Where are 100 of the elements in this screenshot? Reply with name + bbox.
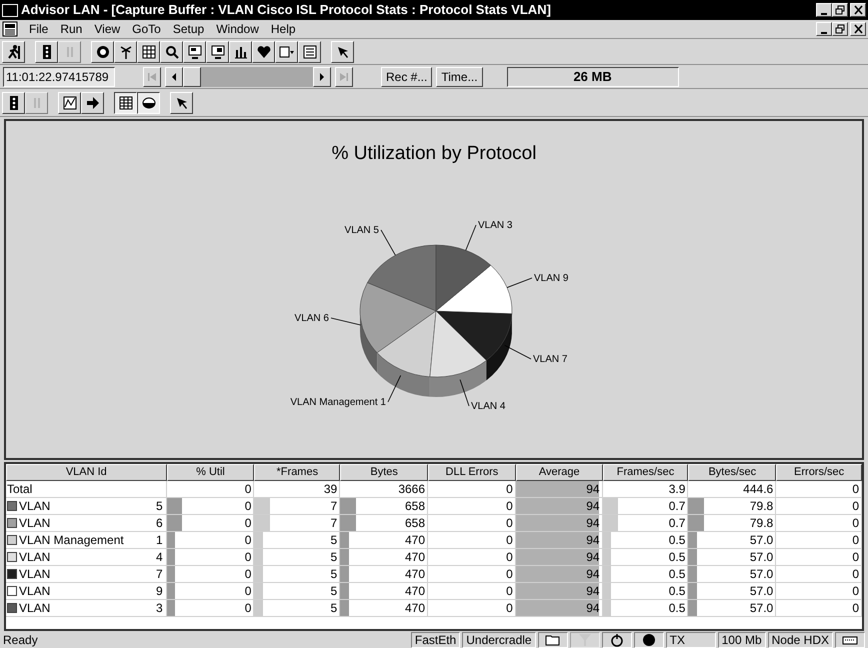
power-icon: [608, 632, 625, 648]
table-cell: 5: [330, 532, 338, 548]
person-button[interactable]: [2, 40, 25, 62]
column-header[interactable]: Average: [516, 464, 603, 481]
table-cell: 39: [324, 481, 338, 497]
buffer-size-display: 26 MB: [506, 66, 679, 86]
scroll-right-button[interactable]: [313, 66, 331, 86]
table-cell: 3666: [398, 481, 426, 497]
table-cell: 470: [404, 583, 426, 599]
pie-button[interactable]: [137, 92, 160, 114]
column-header[interactable]: DLL Errors: [428, 464, 516, 481]
grid-button[interactable]: [137, 40, 160, 62]
table-cell: 0.7: [668, 498, 686, 514]
table-cell: 0: [852, 481, 859, 497]
time-field[interactable]: 11:01:22.97415789: [3, 66, 115, 86]
heart-icon: [256, 44, 272, 60]
table-cell: 0: [244, 532, 252, 548]
cursor-button[interactable]: [331, 40, 354, 62]
monitor-icon: [210, 44, 226, 60]
close-button[interactable]: [850, 22, 866, 36]
cursor-button[interactable]: [170, 92, 193, 114]
minimize-icon: [821, 12, 827, 14]
chart-title: % Utilization by Protocol: [332, 143, 536, 164]
time-button[interactable]: Time...: [436, 66, 483, 86]
heart-button[interactable]: [252, 40, 275, 62]
bar-chart-button[interactable]: [229, 40, 252, 62]
dropdown-icon: [278, 44, 294, 60]
table-cell: 0: [852, 549, 859, 565]
table-cell: 0: [852, 566, 859, 582]
first-icon: [147, 72, 157, 82]
menu-item[interactable]: View: [93, 20, 122, 38]
last-icon: [339, 72, 349, 82]
monitor-icon: [186, 44, 202, 60]
status-panel: 100 Mb: [718, 632, 766, 648]
table-cell: 94: [586, 600, 600, 616]
restore-button[interactable]: [832, 3, 848, 17]
minimize-icon: [821, 32, 827, 34]
scroll-left-button[interactable]: [165, 66, 183, 86]
menu-item[interactable]: Window: [215, 20, 260, 38]
magnifier-icon: [164, 44, 180, 60]
table-cell: 0: [244, 583, 252, 599]
table-cell: 0: [244, 549, 252, 565]
table-cell: 0: [506, 566, 513, 582]
vlan-id: 6: [156, 515, 163, 532]
column-header[interactable]: % Util: [166, 464, 254, 481]
menu-item[interactable]: GoTo: [131, 20, 162, 38]
minimize-button[interactable]: [816, 22, 832, 36]
table-cell: 0: [506, 532, 513, 548]
column-header[interactable]: Bytes: [340, 464, 428, 481]
scrollbar-thumb[interactable]: [183, 66, 201, 86]
table-cell: 0: [244, 481, 252, 497]
table-cell: 94: [586, 566, 600, 582]
column-header[interactable]: Frames/sec: [602, 464, 688, 481]
vlan-name: VLAN: [19, 515, 52, 532]
table-cell: 0: [506, 515, 513, 531]
vlan-name: VLAN: [19, 566, 52, 583]
table-cell: 470: [404, 532, 426, 548]
menu-item[interactable]: File: [28, 20, 50, 38]
menu-item[interactable]: Setup: [172, 20, 206, 38]
list-button[interactable]: [298, 40, 321, 62]
table-cell: 7: [330, 498, 338, 514]
magnifier-button[interactable]: [160, 40, 183, 62]
stoplight-button[interactable]: [2, 92, 25, 114]
status-panel: Undercradle: [462, 632, 536, 648]
table-cell: 470: [404, 566, 426, 582]
restore-button[interactable]: [832, 22, 848, 36]
record-button[interactable]: Rec #...: [381, 66, 432, 86]
slice-label: VLAN 5: [344, 225, 379, 236]
table-cell: 94: [586, 481, 600, 497]
minimize-button[interactable]: [816, 3, 832, 17]
column-header[interactable]: VLAN Id: [6, 464, 167, 481]
stoplight-button[interactable]: [35, 40, 58, 62]
arrow-button[interactable]: [81, 92, 104, 114]
table-cell: 0.5: [668, 566, 686, 582]
table-cell: 57.0: [750, 566, 774, 582]
table-cell: 0: [506, 549, 513, 565]
vlan-name: VLAN: [19, 583, 52, 600]
table-cell: 658: [404, 515, 426, 531]
slice-label: VLAN 4: [471, 401, 506, 412]
table-cell: 0: [506, 600, 513, 616]
antenna-button[interactable]: [114, 40, 137, 62]
column-header[interactable]: Errors/sec: [776, 464, 862, 481]
column-header[interactable]: *Frames: [254, 464, 340, 481]
monitor-button[interactable]: [183, 40, 206, 62]
table-cell: 5: [330, 583, 338, 599]
menu-item[interactable]: Help: [270, 20, 297, 38]
table-cell: 0: [852, 498, 859, 514]
close-button[interactable]: [850, 3, 866, 17]
dropdown-button[interactable]: [275, 40, 298, 62]
column-header[interactable]: Bytes/sec: [688, 464, 776, 481]
restore-icon: [834, 4, 846, 16]
line-chart-button[interactable]: [58, 92, 81, 114]
leader-line: [465, 224, 476, 251]
table-button[interactable]: [114, 92, 137, 114]
close-icon: [852, 23, 864, 35]
table-cell: 7: [330, 515, 338, 531]
monitor-button[interactable]: [206, 40, 229, 62]
table-cell: 57.0: [750, 583, 774, 599]
menu-item[interactable]: Run: [59, 20, 84, 38]
table-cell: 470: [404, 549, 426, 565]
